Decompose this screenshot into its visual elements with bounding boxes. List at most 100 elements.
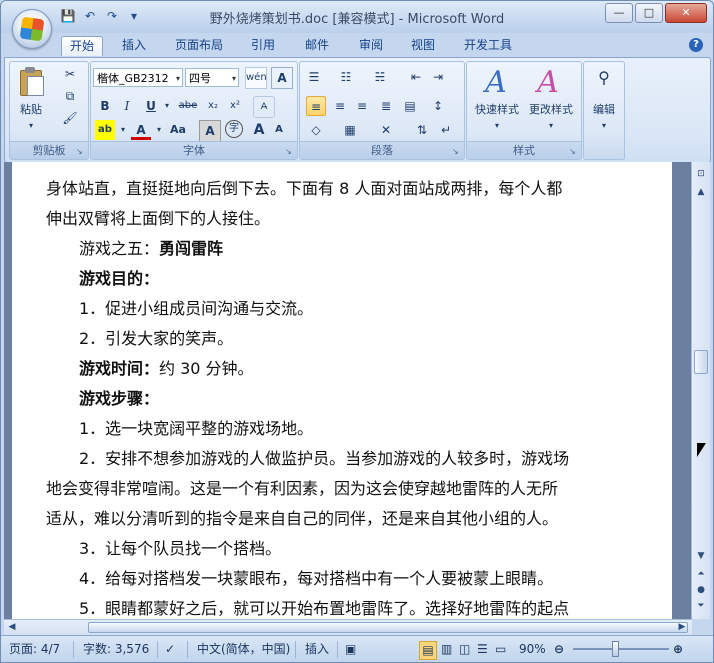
document-paragraph[interactable]: 地会变得非常喧闹。这是一个有利因素，因为这会使穿越地雷阵的人无所 xyxy=(46,474,606,504)
zoom-slider-thumb[interactable] xyxy=(612,641,619,657)
document-paragraph[interactable]: 5．眼睛都蒙好之后，就可以开始布置地雷阵了。选择好地雷阵的起点 xyxy=(46,594,606,619)
draft-icon[interactable]: ▭ xyxy=(495,641,506,658)
document-paragraph[interactable]: 适从，难以分清听到的指令是来自自己的同伴，还是来自其他小组的人。 xyxy=(46,504,606,534)
language-status[interactable]: 中文(简体，中国) xyxy=(197,641,290,658)
superscript-button[interactable]: x² xyxy=(225,96,245,116)
increase-indent-icon[interactable]: ⇥ xyxy=(428,67,448,87)
show-marks-icon[interactable]: ↵ xyxy=(436,120,456,140)
align-left-icon[interactable]: ≡ xyxy=(306,96,326,116)
document-paragraph[interactable]: 游戏之五：勇闯雷阵 xyxy=(46,234,606,264)
shading-icon[interactable]: ◇ xyxy=(306,120,326,140)
phonetic-guide-icon[interactable]: wén xyxy=(245,67,267,89)
document-paragraph[interactable]: 2．安排不想参加游戏的人做监护员。当参加游戏的人较多时，游戏场 xyxy=(46,444,606,474)
enclose-characters-icon[interactable]: 字 xyxy=(225,120,243,138)
document-paragraph[interactable]: 游戏时间：约 30 分钟。 xyxy=(46,354,606,384)
change-styles-icon[interactable]: A xyxy=(531,66,565,100)
tab-home[interactable]: 开始 xyxy=(61,36,103,56)
tab-page-layout[interactable]: 页面布局 xyxy=(167,36,231,55)
styles-launcher-icon[interactable]: ↘ xyxy=(569,147,578,156)
vertical-scrollbar[interactable]: ⊡ ▲ ▼ ⏶ ● ⏷ xyxy=(691,162,710,619)
document-paragraph[interactable]: 游戏步骤： xyxy=(46,384,606,414)
paragraph-launcher-icon[interactable]: ↘ xyxy=(452,147,461,156)
ruler-toggle-icon[interactable]: ⊡ xyxy=(693,166,709,182)
help-icon[interactable]: ? xyxy=(689,38,703,52)
print-layout-icon[interactable]: ▤ xyxy=(419,641,437,660)
tab-view[interactable]: 视图 xyxy=(401,36,445,55)
document-text[interactable]: 身体站直，直挺挺地向后倒下去。下面有 8 人面对面站成两排，每个人都 伸出双臂将上… xyxy=(46,174,606,619)
distributed-icon[interactable]: ▤ xyxy=(400,96,420,116)
italic-button[interactable]: I xyxy=(117,96,137,116)
vertical-scroll-thumb[interactable] xyxy=(694,350,708,374)
multilevel-list-icon[interactable]: ☵ xyxy=(370,67,390,87)
proofing-icon[interactable]: ✓ xyxy=(165,641,175,658)
shrink-font-button[interactable]: A xyxy=(269,120,289,140)
scroll-up-icon[interactable]: ▲ xyxy=(693,184,709,200)
decrease-indent-icon[interactable]: ⇤ xyxy=(406,67,426,87)
close-button[interactable]: ✕ xyxy=(665,3,707,23)
character-border-icon[interactable]: A xyxy=(271,67,293,89)
font-launcher-icon[interactable]: ↘ xyxy=(285,147,294,156)
tab-mailings[interactable]: 邮件 xyxy=(295,36,339,55)
macro-record-icon[interactable]: ▣ xyxy=(345,641,356,658)
document-paragraph[interactable]: 3．让每个队员找一个搭档。 xyxy=(46,534,606,564)
document-paragraph[interactable]: 游戏目的： xyxy=(46,264,606,294)
document-paragraph[interactable]: 4．给每对搭档发一块蒙眼布，每对搭档中有一个人要被蒙上眼睛。 xyxy=(46,564,606,594)
paste-dropdown-icon[interactable]: ▾ xyxy=(14,116,48,136)
quick-styles-dropdown-icon[interactable]: ▾ xyxy=(469,116,525,136)
line-spacing-icon[interactable]: ↕ xyxy=(428,96,448,116)
zoom-out-icon[interactable]: ⊖ xyxy=(554,641,564,658)
tab-references[interactable]: 引用 xyxy=(241,36,285,55)
numbering-icon[interactable]: ☷ xyxy=(336,67,356,87)
clear-formatting-icon[interactable]: A̶ xyxy=(253,96,275,118)
minimize-button[interactable]: — xyxy=(605,3,633,23)
font-size-dropdown-icon[interactable]: ▾ xyxy=(232,69,236,88)
grow-font-button[interactable]: A xyxy=(249,120,269,140)
tab-review[interactable]: 审阅 xyxy=(349,36,393,55)
document-paragraph[interactable]: 1．选一块宽阔平整的游戏场地。 xyxy=(46,414,606,444)
tab-insert[interactable]: 插入 xyxy=(112,36,156,55)
bullets-icon[interactable]: ☰ xyxy=(304,67,324,87)
font-size-combo[interactable]: 四号 ▾ xyxy=(185,68,239,87)
tab-developer[interactable]: 开发工具 xyxy=(455,36,521,55)
subscript-button[interactable]: x₂ xyxy=(203,96,223,116)
bold-button[interactable]: B xyxy=(95,96,115,116)
justify-icon[interactable]: ≣ xyxy=(376,96,396,116)
font-color-icon[interactable]: A xyxy=(131,120,151,140)
scroll-down-icon[interactable]: ▼ xyxy=(693,548,709,564)
horizontal-scrollbar[interactable]: ◀ ▶ xyxy=(4,619,692,635)
align-center-icon[interactable]: ≡ xyxy=(330,96,350,116)
strikethrough-button[interactable]: abe xyxy=(175,96,201,116)
zoom-slider-track[interactable] xyxy=(573,648,669,650)
highlight-icon[interactable]: ab xyxy=(95,120,115,140)
paste-icon[interactable] xyxy=(18,66,44,96)
document-paragraph[interactable]: 伸出双臂将上面倒下的人接住。 xyxy=(46,204,606,234)
page-count-status[interactable]: 页面: 4/7 xyxy=(9,641,60,658)
chinese-layout-icon[interactable]: ✕ xyxy=(376,120,396,140)
underline-dropdown-icon[interactable]: ▾ xyxy=(157,96,177,116)
word-count-status[interactable]: 字数: 3,576 xyxy=(83,641,149,658)
editing-dropdown-icon[interactable]: ▾ xyxy=(584,116,624,136)
document-page[interactable]: 身体站直，直挺挺地向后倒下去。下面有 8 人面对面站成两排，每个人都 伸出双臂将上… xyxy=(12,162,672,619)
horizontal-scroll-thumb[interactable] xyxy=(88,622,688,633)
font-name-combo[interactable]: 楷体_GB2312 ▾ xyxy=(93,68,183,87)
previous-page-icon[interactable]: ⏶ xyxy=(693,566,709,582)
zoom-in-icon[interactable]: ⊕ xyxy=(673,641,683,658)
full-screen-reading-icon[interactable]: ▥ xyxy=(441,641,452,658)
document-paragraph[interactable]: 1．促进小组成员间沟通与交流。 xyxy=(46,294,606,324)
insert-mode-status[interactable]: 插入 xyxy=(305,641,329,658)
scroll-right-icon[interactable]: ▶ xyxy=(674,620,690,634)
document-paragraph[interactable]: 2．引发大家的笑声。 xyxy=(46,324,606,354)
scroll-left-icon[interactable]: ◀ xyxy=(4,620,20,634)
clipboard-launcher-icon[interactable]: ↘ xyxy=(76,147,85,156)
font-name-dropdown-icon[interactable]: ▾ xyxy=(176,69,180,88)
web-layout-icon[interactable]: ◫ xyxy=(459,641,470,658)
copy-icon[interactable]: ⧉ xyxy=(60,86,80,106)
character-shading-icon[interactable]: A xyxy=(199,120,221,142)
next-page-icon[interactable]: ⏷ xyxy=(693,598,709,614)
select-browse-object-icon[interactable]: ● xyxy=(693,582,709,598)
align-right-icon[interactable]: ≡ xyxy=(352,96,372,116)
binoculars-icon[interactable]: ⚲ xyxy=(594,68,614,88)
document-paragraph[interactable]: 身体站直，直挺挺地向后倒下去。下面有 8 人面对面站成两排，每个人都 xyxy=(46,174,606,204)
change-styles-dropdown-icon[interactable]: ▾ xyxy=(523,116,579,136)
highlight-dropdown-icon[interactable]: ▾ xyxy=(113,120,133,140)
